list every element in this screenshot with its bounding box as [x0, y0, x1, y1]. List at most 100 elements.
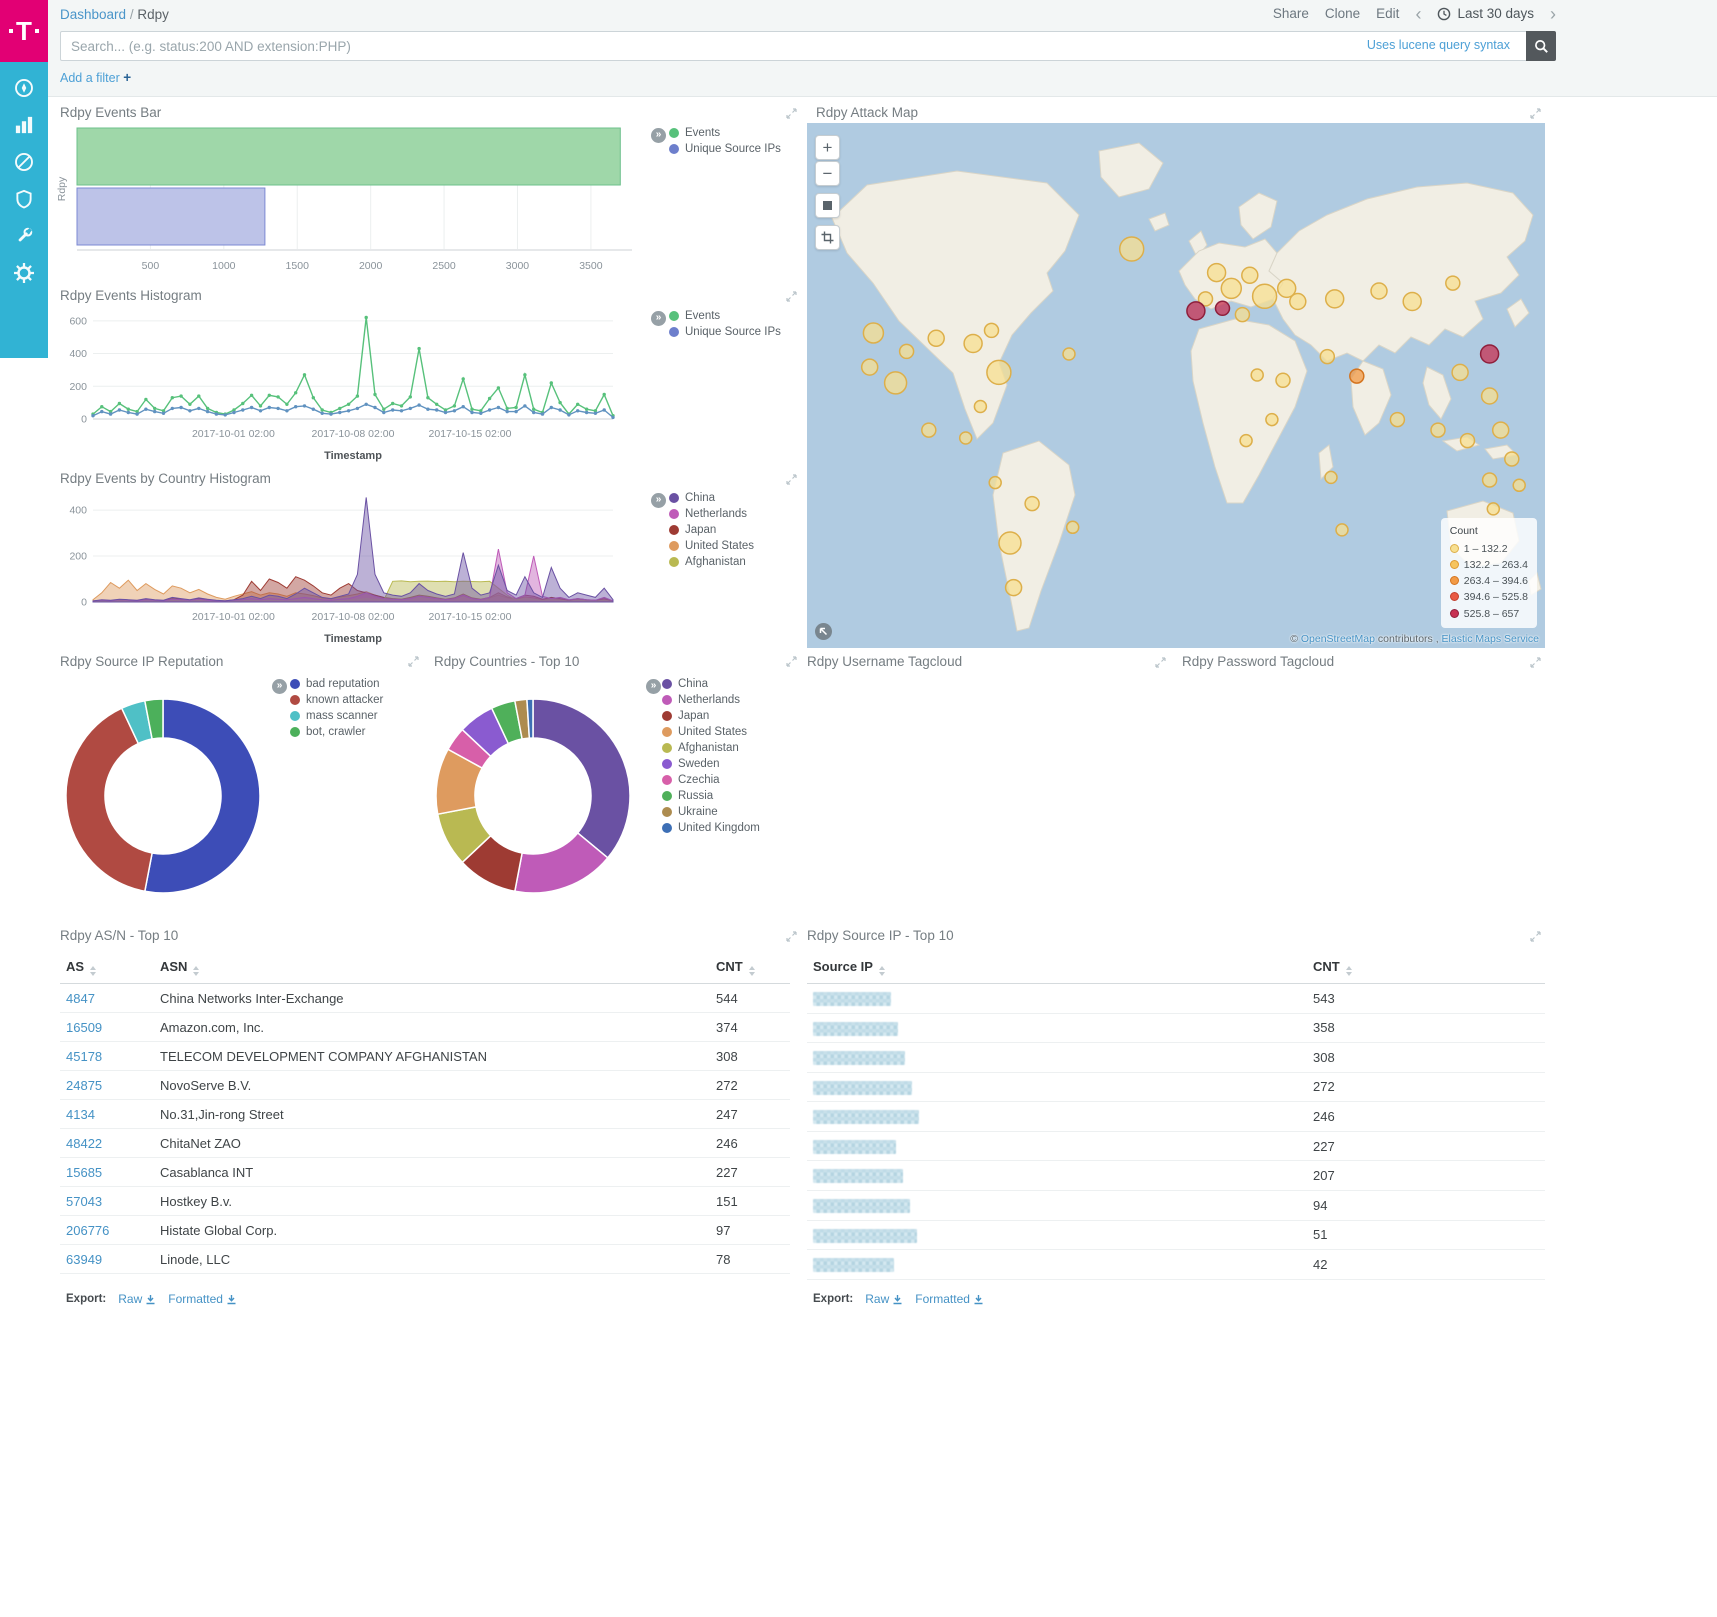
legend-item[interactable]: mass scanner [290, 710, 383, 722]
attack-point[interactable] [1505, 452, 1519, 466]
time-picker[interactable]: Last 30 days [1437, 6, 1534, 21]
as-link[interactable]: 16509 [66, 1020, 102, 1035]
as-link[interactable]: 206776 [66, 1223, 109, 1238]
attack-point[interactable] [1482, 388, 1498, 404]
column-header[interactable]: Source IP [807, 952, 1307, 984]
attack-point[interactable] [1006, 580, 1022, 596]
legend-toggle-icon[interactable]: » [651, 128, 666, 143]
legend-item[interactable]: Unique Source IPs [669, 143, 781, 155]
legend-item[interactable]: bad reputation [290, 678, 383, 690]
wrench-icon[interactable] [14, 226, 34, 246]
expand-icon[interactable] [786, 108, 797, 119]
attack-point[interactable] [1461, 434, 1475, 448]
attack-point[interactable] [987, 360, 1011, 384]
legend-item[interactable]: China [669, 492, 754, 504]
attack-point[interactable] [1187, 302, 1205, 320]
bar[interactable] [77, 188, 265, 245]
attack-point[interactable] [1221, 278, 1241, 298]
expand-icon[interactable] [1530, 108, 1541, 119]
legend-toggle-icon[interactable]: » [272, 679, 287, 694]
legend-toggle-icon[interactable]: » [646, 679, 661, 694]
as-link[interactable]: 63949 [66, 1252, 102, 1267]
legend-item[interactable]: Events [669, 127, 781, 139]
search-input[interactable] [60, 31, 1546, 61]
attack-point[interactable] [1320, 350, 1334, 364]
as-link[interactable]: 57043 [66, 1194, 102, 1209]
attack-point[interactable] [1336, 524, 1348, 536]
time-forward-button[interactable]: › [1550, 7, 1556, 21]
legend-item[interactable]: bot, crawler [290, 726, 383, 738]
line-series[interactable] [93, 404, 613, 417]
attack-point[interactable] [1487, 503, 1499, 515]
attack-point[interactable] [960, 432, 972, 444]
attack-point[interactable] [1326, 290, 1344, 308]
legend-item[interactable]: Events [669, 310, 781, 322]
attack-point[interactable] [1452, 364, 1468, 380]
attack-point[interactable] [1325, 471, 1337, 483]
legend-item[interactable]: Unique Source IPs [669, 326, 781, 338]
attack-point[interactable] [964, 335, 982, 353]
export-formatted-link[interactable]: Formatted [915, 1292, 984, 1306]
column-header[interactable]: CNT [710, 952, 790, 984]
draw-rect-button[interactable] [815, 225, 840, 250]
expand-icon[interactable] [408, 656, 419, 667]
attack-point[interactable] [863, 323, 883, 343]
attack-point[interactable] [1403, 293, 1421, 311]
column-header[interactable]: AS [60, 952, 154, 984]
legend-item[interactable]: Japan [669, 524, 754, 536]
expand-icon[interactable] [786, 291, 797, 302]
attack-point[interactable] [1251, 369, 1263, 381]
attack-point[interactable] [1242, 267, 1258, 283]
attack-point[interactable] [1446, 276, 1460, 290]
breadcrumb-dashboard-link[interactable]: Dashboard [60, 7, 126, 22]
attack-point[interactable] [1290, 294, 1306, 310]
attack-point[interactable] [1483, 473, 1497, 487]
attack-point[interactable] [1266, 414, 1278, 426]
attack-point[interactable] [1253, 284, 1277, 308]
legend-item[interactable]: United States [662, 726, 760, 738]
legend-item[interactable]: Netherlands [669, 508, 754, 520]
legend-item[interactable]: Russia [662, 790, 760, 802]
expand-icon[interactable] [1530, 931, 1541, 942]
attack-point[interactable] [900, 344, 914, 358]
edit-button[interactable]: Edit [1376, 6, 1399, 21]
attack-point[interactable] [974, 401, 986, 413]
ban-circle-icon[interactable] [14, 152, 34, 172]
brand-logo[interactable]: T [0, 0, 48, 62]
fit-data-button[interactable] [815, 193, 840, 218]
attack-point[interactable] [985, 323, 999, 337]
attack-point[interactable] [1067, 521, 1079, 533]
attack-point[interactable] [922, 423, 936, 437]
attack-point[interactable] [1063, 348, 1075, 360]
legend-item[interactable]: Afghanistan [662, 742, 760, 754]
attack-point[interactable] [1481, 345, 1499, 363]
bar-chart-icon[interactable] [14, 115, 34, 135]
legend-item[interactable]: Ukraine [662, 806, 760, 818]
sort-icon[interactable] [1346, 966, 1352, 976]
legend-item[interactable]: Afghanistan [669, 556, 754, 568]
attack-point[interactable] [885, 372, 907, 394]
legend-toggle-icon[interactable]: » [651, 311, 666, 326]
sort-icon[interactable] [749, 966, 755, 976]
time-back-button[interactable]: ‹ [1415, 7, 1421, 21]
attack-point[interactable] [1240, 435, 1252, 447]
attack-point[interactable] [1350, 369, 1364, 383]
column-header[interactable]: CNT [1307, 952, 1545, 984]
attack-point[interactable] [1431, 423, 1445, 437]
legend-item[interactable]: Japan [662, 710, 760, 722]
legend-item[interactable]: Netherlands [662, 694, 760, 706]
attack-point[interactable] [989, 477, 1001, 489]
bar[interactable] [77, 128, 620, 185]
zoom-out-button[interactable]: − [815, 161, 840, 186]
legend-item[interactable]: known attacker [290, 694, 383, 706]
expand-icon[interactable] [786, 474, 797, 485]
export-raw-link[interactable]: Raw [865, 1292, 903, 1306]
sort-icon[interactable] [879, 966, 885, 976]
legend-item[interactable]: Czechia [662, 774, 760, 786]
zoom-in-button[interactable]: + [815, 135, 840, 160]
as-link[interactable]: 4134 [66, 1107, 95, 1122]
attack-point[interactable] [1390, 413, 1404, 427]
expand-icon[interactable] [786, 656, 797, 667]
recenter-button[interactable] [815, 623, 832, 640]
clone-button[interactable]: Clone [1325, 6, 1360, 21]
